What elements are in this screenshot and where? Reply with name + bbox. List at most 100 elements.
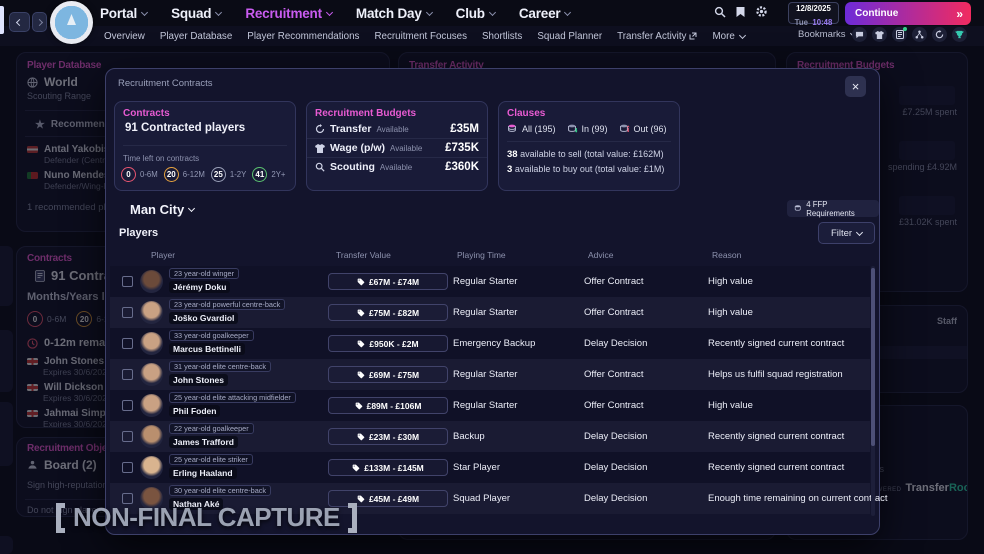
transfer-value-chip: £67M - £74M <box>328 273 448 290</box>
nav-club[interactable]: Club <box>456 6 495 21</box>
fast-forward-icon: » <box>956 7 961 21</box>
nav-match-day[interactable]: Match Day <box>356 6 432 21</box>
close-button[interactable]: × <box>845 76 866 97</box>
player-name[interactable]: Erling Haaland <box>169 467 237 479</box>
table-row[interactable]: 25 year-old elite attacking midfielder P… <box>110 390 870 421</box>
col-advice[interactable]: Advice <box>588 250 614 260</box>
transfer-value-chip: £133M - £145M <box>328 459 448 476</box>
inbox-button[interactable] <box>852 27 867 42</box>
subnav-more[interactable]: More <box>712 31 744 42</box>
advice: Offer Contract <box>584 369 644 380</box>
coins-in-icon <box>567 124 578 134</box>
nav-portal[interactable]: Portal <box>100 6 147 21</box>
bookmark-icon[interactable] <box>735 6 746 18</box>
row-checkbox[interactable] <box>122 338 133 349</box>
news-button[interactable] <box>892 27 907 42</box>
row-checkbox[interactable] <box>122 431 133 442</box>
player-description-badge: 22 year-old goalkeeper <box>169 423 254 434</box>
scrollbar-thumb[interactable] <box>871 268 875 446</box>
transfer-value: £67M - £74M <box>369 277 419 287</box>
player-name[interactable]: John Stones <box>169 374 228 386</box>
table-row[interactable]: 33 year-old goalkeeper Marcus Bettinelli… <box>110 328 870 359</box>
transfer-value-chip: £23M - £30M <box>328 428 448 445</box>
subnav-player-recommendations[interactable]: Player Recommendations <box>247 31 359 42</box>
clauses-card: Clauses All (195) In (99) Out (96) 38 av… <box>498 101 680 191</box>
search-icon[interactable] <box>714 6 726 18</box>
row-checkbox[interactable] <box>122 276 133 287</box>
squad-button[interactable] <box>872 27 887 42</box>
price-tag-icon <box>357 495 365 503</box>
nav-career[interactable]: Career <box>519 6 571 21</box>
modal-scrollbar[interactable] <box>871 266 875 516</box>
time-left-chip[interactable]: 25 1-2Y <box>211 167 246 182</box>
player-name[interactable]: James Trafford <box>169 436 238 448</box>
search-icon <box>315 162 325 172</box>
refresh-icon <box>935 30 944 39</box>
subnav-overview[interactable]: Overview <box>104 31 145 42</box>
back-button[interactable] <box>9 12 30 32</box>
competitions-button[interactable] <box>952 27 967 42</box>
row-checkbox[interactable] <box>122 307 133 318</box>
table-row[interactable]: 22 year-old goalkeeper James Trafford £2… <box>110 421 870 452</box>
table-row[interactable]: 25 year-old elite striker Erling Haaland… <box>110 452 870 483</box>
gear-icon[interactable] <box>755 5 768 18</box>
col-player[interactable]: Player <box>151 250 175 260</box>
sub-nav: Overview Player Database Player Recommen… <box>104 27 745 45</box>
clauses-in-toggle[interactable]: In (99) <box>567 124 608 134</box>
clauses-out-toggle[interactable]: Out (96) <box>619 124 667 134</box>
time-left-chips: 0 0-6M 20 6-12M 25 1-2Y 41 2Y+ <box>115 165 295 184</box>
col-transfer-value[interactable]: Transfer Value <box>336 250 391 260</box>
top-bar: Portal Squad Recruitment Match Day Club … <box>0 0 984 46</box>
table-row[interactable]: 23 year-old winger Jérémy Doku £67M - £7… <box>110 266 870 297</box>
subnav-player-database[interactable]: Player Database <box>160 31 232 42</box>
shirt-icon <box>875 31 884 39</box>
reason: High value <box>708 307 753 318</box>
bookmarks-dropdown[interactable]: Bookmarks <box>798 29 856 40</box>
subnav-recruitment-focuses[interactable]: Recruitment Focuses <box>374 31 467 42</box>
player-name[interactable]: Jérémy Doku <box>169 281 230 293</box>
subnav-shortlists[interactable]: Shortlists <box>482 31 522 42</box>
subnav-squad-planner[interactable]: Squad Planner <box>537 31 602 42</box>
social-button[interactable] <box>912 27 927 42</box>
row-checkbox[interactable] <box>122 400 133 411</box>
player-name[interactable]: Marcus Bettinelli <box>169 343 245 355</box>
club-crest-logo[interactable] <box>50 1 93 44</box>
playing-time: Backup <box>453 431 485 442</box>
time-left-chip[interactable]: 41 2Y+ <box>252 167 285 182</box>
time-left-chip[interactable]: 20 6-12M <box>164 167 205 182</box>
col-playing-time[interactable]: Playing Time <box>457 250 506 260</box>
network-icon <box>915 30 924 39</box>
col-reason[interactable]: Reason <box>712 250 741 260</box>
price-tag-icon <box>355 402 363 410</box>
forward-button[interactable] <box>32 12 47 32</box>
advice: Offer Contract <box>584 400 644 411</box>
transfer-value: £89M - £106M <box>367 401 422 411</box>
transfer-value-chip: £69M - £75M <box>328 366 448 383</box>
team-selector[interactable]: Man City <box>130 202 194 217</box>
budget-row-wage: Wage (p/w) Available £735K <box>307 138 487 157</box>
advice: Delay Decision <box>584 431 647 442</box>
nav-recruitment[interactable]: Recruitment <box>245 6 332 21</box>
ffp-requirements-badge[interactable]: 4 FFP Requirements <box>787 200 879 217</box>
subnav-transfer-activity[interactable]: Transfer Activity <box>617 31 697 42</box>
quick-access-icons <box>852 27 967 42</box>
time-left-chip[interactable]: 0 0-6M <box>121 167 158 182</box>
budget-row-transfer: Transfer Available £35M <box>307 120 487 138</box>
sellable-clause-line: 38 available to sell (total value: £162M… <box>499 147 679 162</box>
nav-squad[interactable]: Squad <box>171 6 221 21</box>
bracket-right <box>348 503 357 533</box>
game-date[interactable]: 12/8/2025 Tue 10:48 <box>788 2 839 24</box>
playing-time: Regular Starter <box>453 307 517 318</box>
clauses-all-toggle[interactable]: All (195) <box>507 124 556 134</box>
reason: Enough time remaining on current contrac… <box>708 493 888 504</box>
row-checkbox[interactable] <box>122 462 133 473</box>
row-checkbox[interactable] <box>122 369 133 380</box>
player-name[interactable]: Phil Foden <box>169 405 220 417</box>
continue-button[interactable]: Continue » <box>845 2 971 25</box>
filter-button[interactable]: Filter <box>818 222 875 244</box>
sync-button[interactable] <box>932 27 947 42</box>
player-name[interactable]: Joško Gvardiol <box>169 312 238 324</box>
table-row[interactable]: 31 year-old elite centre-back John Stone… <box>110 359 870 390</box>
table-row[interactable]: 23 year-old powerful centre-back Joško G… <box>110 297 870 328</box>
advice: Delay Decision <box>584 493 647 504</box>
